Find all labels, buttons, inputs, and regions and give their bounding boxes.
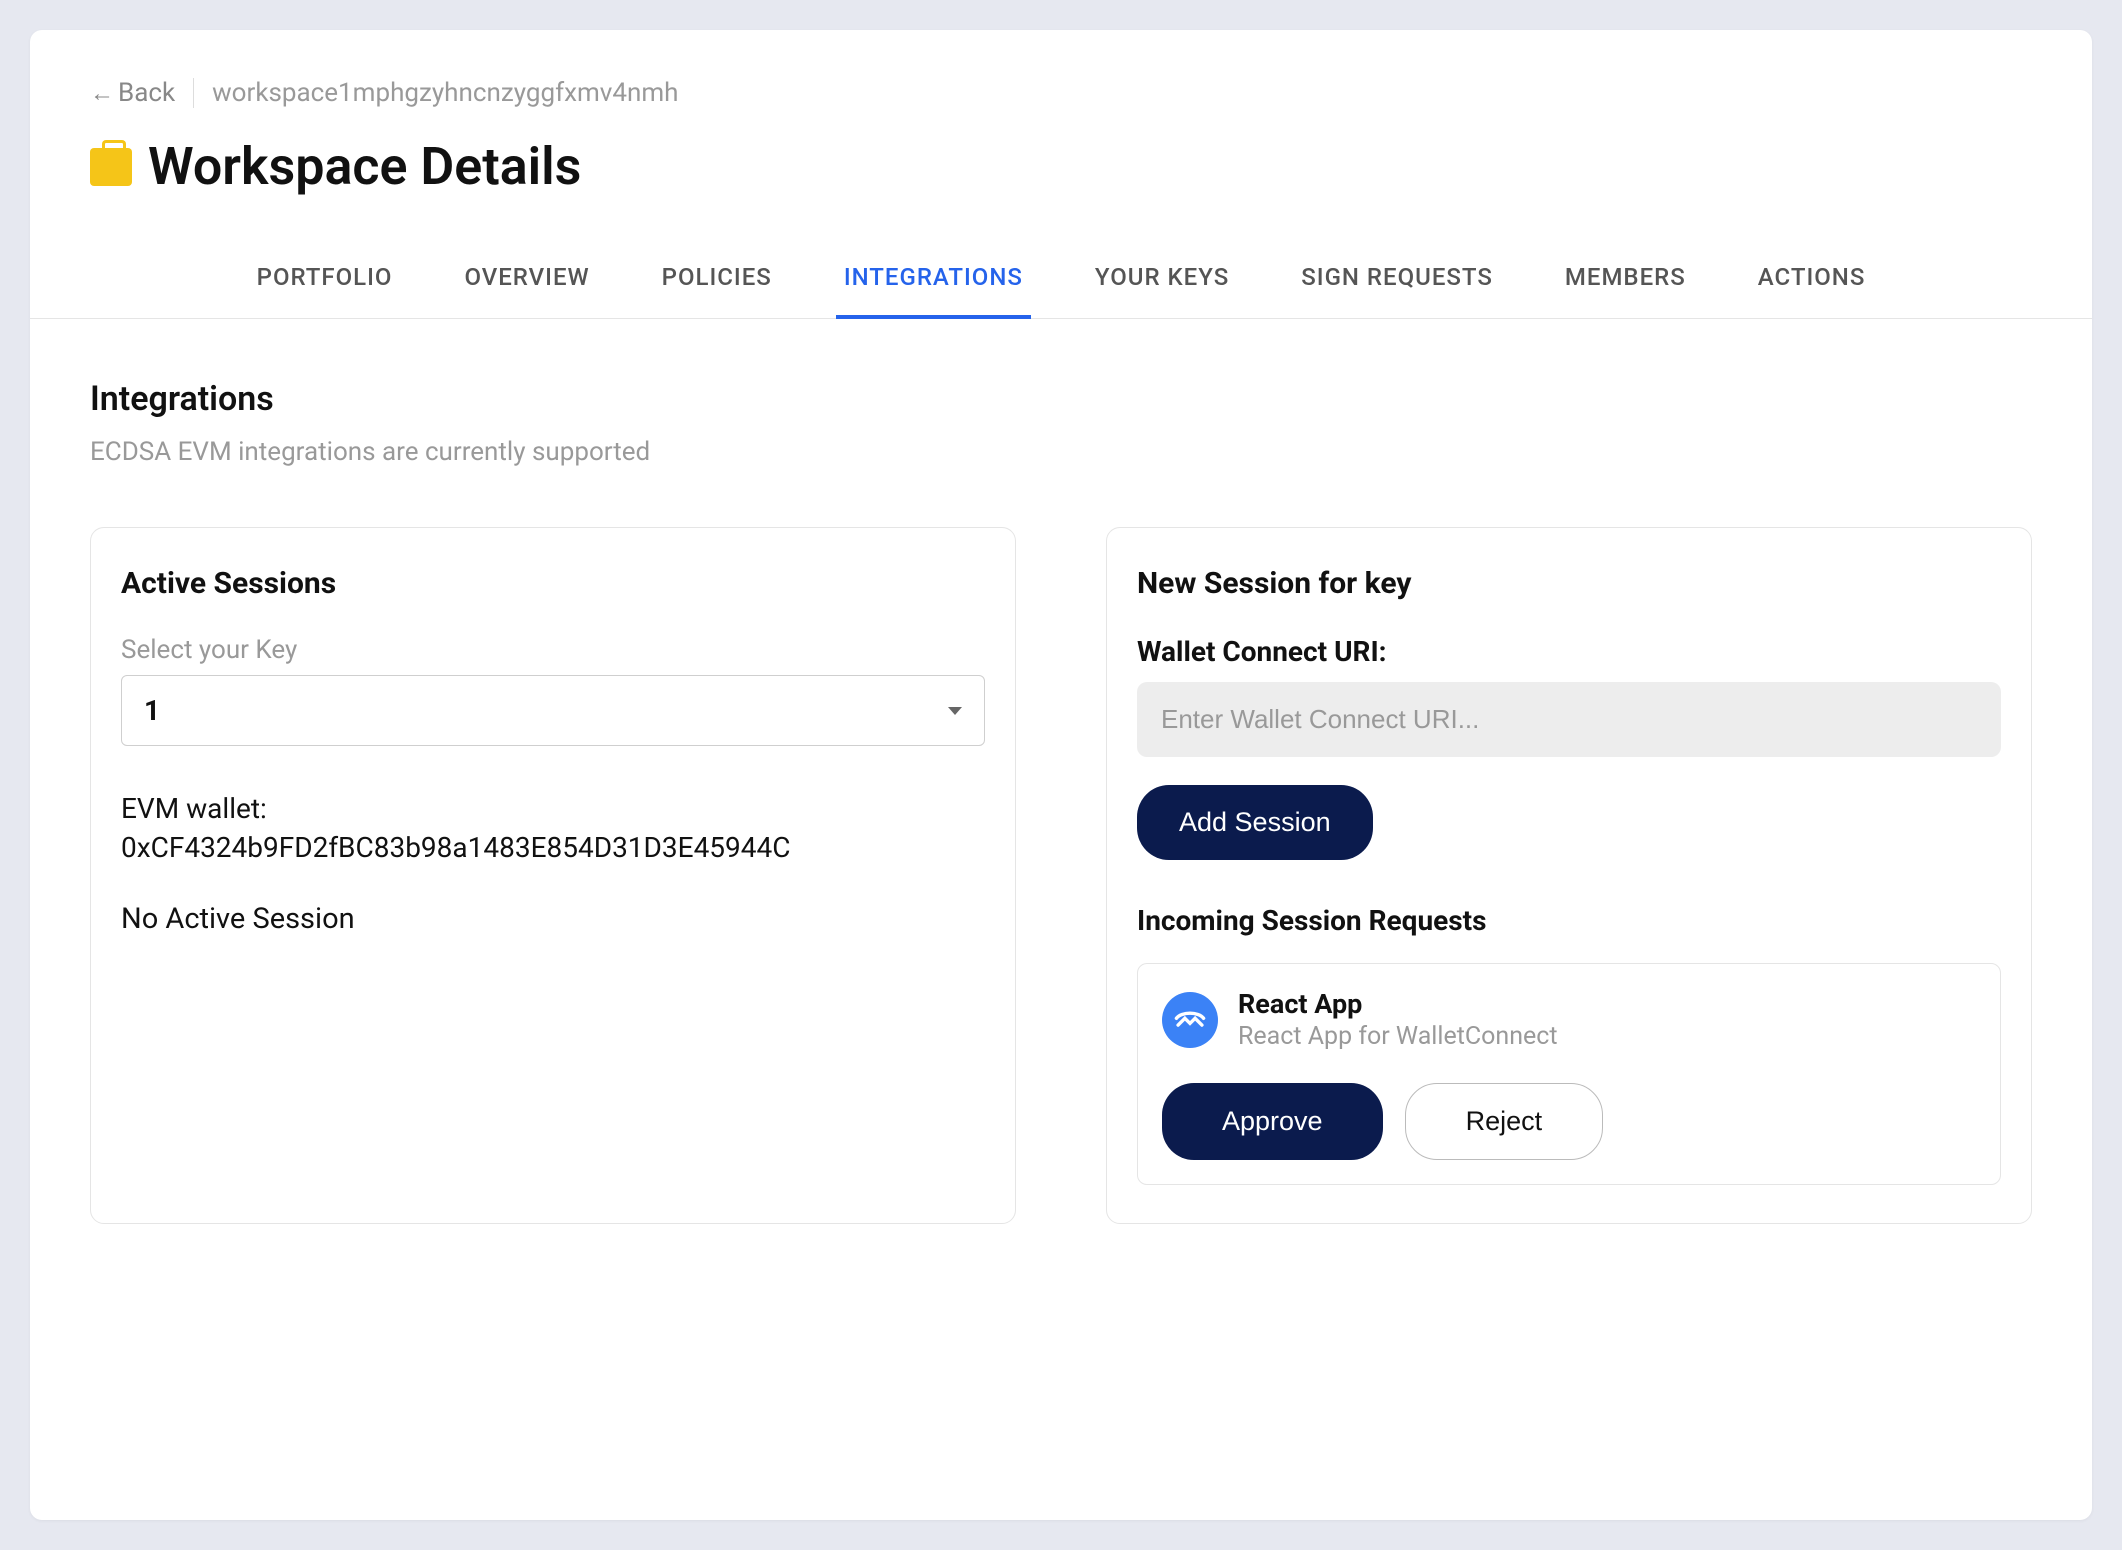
- select-key-label: Select your Key: [121, 635, 985, 665]
- tab-integrations[interactable]: INTEGRATIONS: [836, 247, 1031, 319]
- tabs-row: PORTFOLIO OVERVIEW POLICIES INTEGRATIONS…: [30, 247, 2092, 319]
- breadcrumb-divider: [193, 78, 194, 108]
- briefcase-icon: [90, 148, 132, 186]
- new-session-title: New Session for key: [1137, 566, 2001, 601]
- add-session-button[interactable]: Add Session: [1137, 785, 1373, 860]
- tab-your-keys[interactable]: YOUR KEYS: [1087, 247, 1237, 319]
- section-subtitle: ECDSA EVM integrations are currently sup…: [90, 437, 2032, 467]
- tab-sign-requests[interactable]: SIGN REQUESTS: [1293, 247, 1501, 319]
- title-row: Workspace Details: [90, 136, 2032, 197]
- page-title: Workspace Details: [148, 136, 581, 197]
- request-header: React App React App for WalletConnect: [1162, 988, 1976, 1051]
- breadcrumb: ← Back workspace1mphgzyhncnzyggfxmv4nmh: [90, 78, 2032, 108]
- evm-wallet-label: EVM wallet:: [121, 792, 985, 825]
- back-label: Back: [118, 78, 175, 108]
- header-area: ← Back workspace1mphgzyhncnzyggfxmv4nmh …: [30, 30, 2092, 197]
- two-column-layout: Active Sessions Select your Key 1 EVM wa…: [90, 527, 2032, 1224]
- request-app-info: React App React App for WalletConnect: [1238, 988, 1558, 1051]
- section-title: Integrations: [90, 379, 2032, 419]
- back-link[interactable]: ← Back: [90, 78, 175, 108]
- key-select[interactable]: 1: [121, 675, 985, 746]
- arrow-left-icon: ←: [90, 81, 114, 105]
- content-area: Integrations ECDSA EVM integrations are …: [30, 319, 2092, 1284]
- wallet-connect-uri-input[interactable]: [1137, 682, 2001, 757]
- wallet-connect-uri-label: Wallet Connect URI:: [1137, 635, 2001, 668]
- request-button-row: Approve Reject: [1162, 1083, 1976, 1160]
- active-sessions-title: Active Sessions: [121, 566, 985, 601]
- reject-button[interactable]: Reject: [1405, 1083, 1604, 1160]
- chevron-down-icon: [948, 707, 962, 715]
- tab-policies[interactable]: POLICIES: [654, 247, 780, 319]
- active-sessions-card: Active Sessions Select your Key 1 EVM wa…: [90, 527, 1016, 1224]
- tab-overview[interactable]: OVERVIEW: [456, 247, 597, 319]
- new-session-card: New Session for key Wallet Connect URI: …: [1106, 527, 2032, 1224]
- page-card: ← Back workspace1mphgzyhncnzyggfxmv4nmh …: [30, 30, 2092, 1520]
- request-app-name: React App: [1238, 988, 1558, 1020]
- tab-portfolio[interactable]: PORTFOLIO: [249, 247, 401, 319]
- tab-actions[interactable]: ACTIONS: [1750, 247, 1874, 319]
- request-app-desc: React App for WalletConnect: [1238, 1022, 1558, 1051]
- incoming-requests-title: Incoming Session Requests: [1137, 904, 2001, 937]
- key-select-value: 1: [144, 694, 160, 727]
- approve-button[interactable]: Approve: [1162, 1083, 1383, 1160]
- tab-members[interactable]: MEMBERS: [1557, 247, 1694, 319]
- walletconnect-icon: [1162, 992, 1218, 1048]
- no-active-session-text: No Active Session: [121, 902, 985, 936]
- workspace-id: workspace1mphgzyhncnzyggfxmv4nmh: [212, 78, 678, 108]
- session-request-card: React App React App for WalletConnect Ap…: [1137, 963, 2001, 1185]
- evm-wallet-address: 0xCF4324b9FD2fBC83b98a1483E854D31D3E4594…: [121, 831, 985, 864]
